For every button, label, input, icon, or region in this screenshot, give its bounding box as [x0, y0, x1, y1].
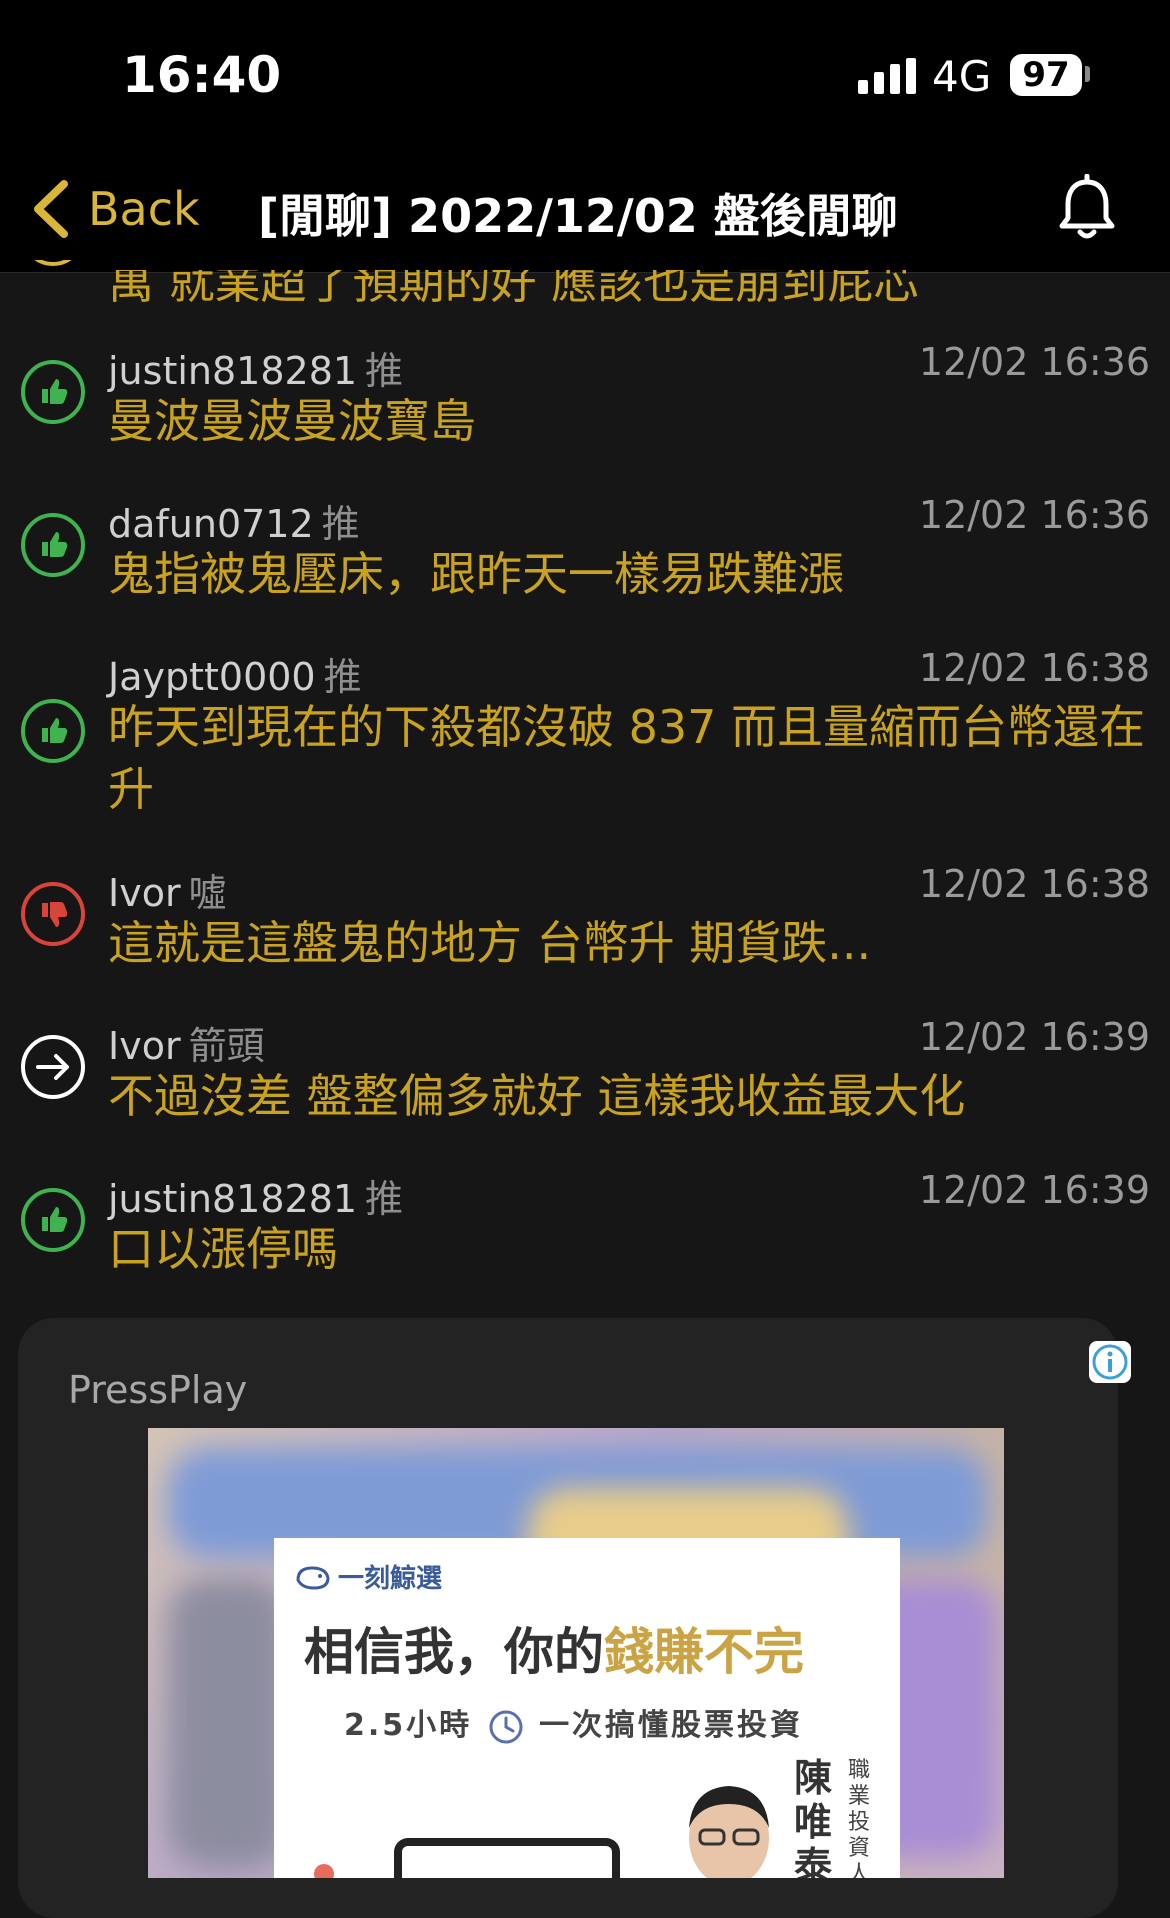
comment-time: 12/02 16:39	[918, 1168, 1150, 1212]
comment-user[interactable]: justin818281 推	[108, 1168, 403, 1223]
ad-person-name: 陳唯泰	[794, 1756, 833, 1878]
comment-tag: 推	[323, 655, 362, 699]
ad-person-title: 職業投資人	[848, 1758, 871, 1878]
whale-icon	[296, 1565, 330, 1590]
comment-time: 12/02 16:36	[918, 340, 1150, 384]
ad-image[interactable]: 一刻鯨選 相信我，你的錢賺不完 2.5小時 一次搞懂股票投資 陳唯泰 職業投資人	[148, 1428, 1004, 1878]
status-time: 16:40	[122, 46, 282, 104]
comment-text: 鬼指被鬼壓床，跟昨天一樣易跌難漲	[108, 547, 844, 601]
comment-text: 這就是這盤鬼的地方 台幣升 期貨跌...	[108, 916, 872, 970]
thumbs-up-icon	[21, 513, 85, 577]
laptop-illustration	[394, 1838, 620, 1878]
chevron-left-icon	[34, 180, 68, 238]
ad-subline-part: 2.5小時	[344, 1708, 473, 1743]
comment-time: 12/02 16:38	[918, 646, 1150, 690]
clock-icon	[489, 1710, 523, 1743]
comment-user[interactable]: Ivor 箭頭	[108, 1015, 265, 1070]
username[interactable]: justin818281	[108, 1177, 357, 1221]
comment-tag: 推	[321, 502, 360, 546]
thumbs-down-icon	[21, 882, 85, 946]
status-bar: 16:40 4G 97	[0, 0, 1170, 150]
ad-sponsor: PressPlay	[68, 1368, 248, 1412]
ad-headline-part: 相信我，你的	[304, 1623, 604, 1681]
username[interactable]: dafun0712	[108, 502, 314, 546]
comment-text: 不過沒差 盤整偏多就好 這樣我收益最大化	[108, 1069, 966, 1123]
person-photo	[689, 1786, 769, 1878]
username[interactable]: Jayptt0000	[108, 655, 316, 699]
signal-icon	[858, 58, 918, 94]
ad-brand: 一刻鯨選	[294, 1558, 442, 1595]
nav-bar: Back [閒聊] 2022/12/02 盤後閒聊	[0, 150, 1170, 273]
username[interactable]: Ivor	[108, 871, 181, 915]
ad-subline: 2.5小時 一次搞懂股票投資	[344, 1700, 803, 1745]
comment-user[interactable]: justin818281 推	[108, 340, 403, 395]
comment-text: 昨天到現在的下殺都沒破 837 而且量縮而台幣還在升	[108, 700, 1146, 816]
back-label: Back	[88, 182, 200, 236]
comment-time: 12/02 16:39	[918, 1015, 1150, 1059]
ad-panel: 一刻鯨選 相信我，你的錢賺不完 2.5小時 一次搞懂股票投資 陳唯泰 職業投資人	[274, 1538, 900, 1878]
ad-blur-shape	[168, 1578, 288, 1868]
comment-tag: 推	[365, 349, 404, 393]
comment-text: 口以漲停嗎	[108, 1222, 338, 1276]
username[interactable]: Ivor	[108, 1024, 181, 1068]
thumbs-up-icon	[21, 1188, 85, 1252]
network-label: 4G	[932, 52, 992, 101]
person-illustration	[314, 1864, 334, 1878]
battery-cap	[1085, 66, 1090, 82]
comment-time: 12/02 16:38	[918, 862, 1150, 906]
back-button[interactable]: Back	[24, 174, 200, 244]
thumbs-up-icon	[21, 360, 85, 424]
page-title: [閒聊] 2022/12/02 盤後閒聊	[258, 189, 898, 243]
comment-tag: 噓	[188, 871, 227, 915]
ad-subline-part: 一次搞懂股票投資	[539, 1708, 804, 1743]
bell-icon[interactable]	[1054, 174, 1120, 244]
comment-tag: 推	[365, 1177, 404, 1221]
battery-icon: 97	[1010, 54, 1082, 96]
ad-headline-highlight: 錢賺不完	[604, 1623, 804, 1681]
username[interactable]: justin818281	[108, 349, 357, 393]
comment-tag: 箭頭	[188, 1024, 265, 1068]
comment-user[interactable]: dafun0712 推	[108, 493, 360, 548]
info-icon[interactable]	[1088, 1340, 1132, 1384]
arrow-right-icon	[21, 1035, 85, 1099]
ad-brand-label: 一刻鯨選	[338, 1564, 443, 1594]
thumbs-up-icon	[21, 699, 85, 763]
ad-headline: 相信我，你的錢賺不完	[304, 1612, 804, 1684]
comment-time: 12/02 16:36	[918, 493, 1150, 537]
comment-text: 曼波曼波曼波寶島	[108, 394, 476, 448]
comment-user[interactable]: Jayptt0000 推	[108, 646, 362, 701]
comment-user[interactable]: Ivor 噓	[108, 862, 227, 917]
